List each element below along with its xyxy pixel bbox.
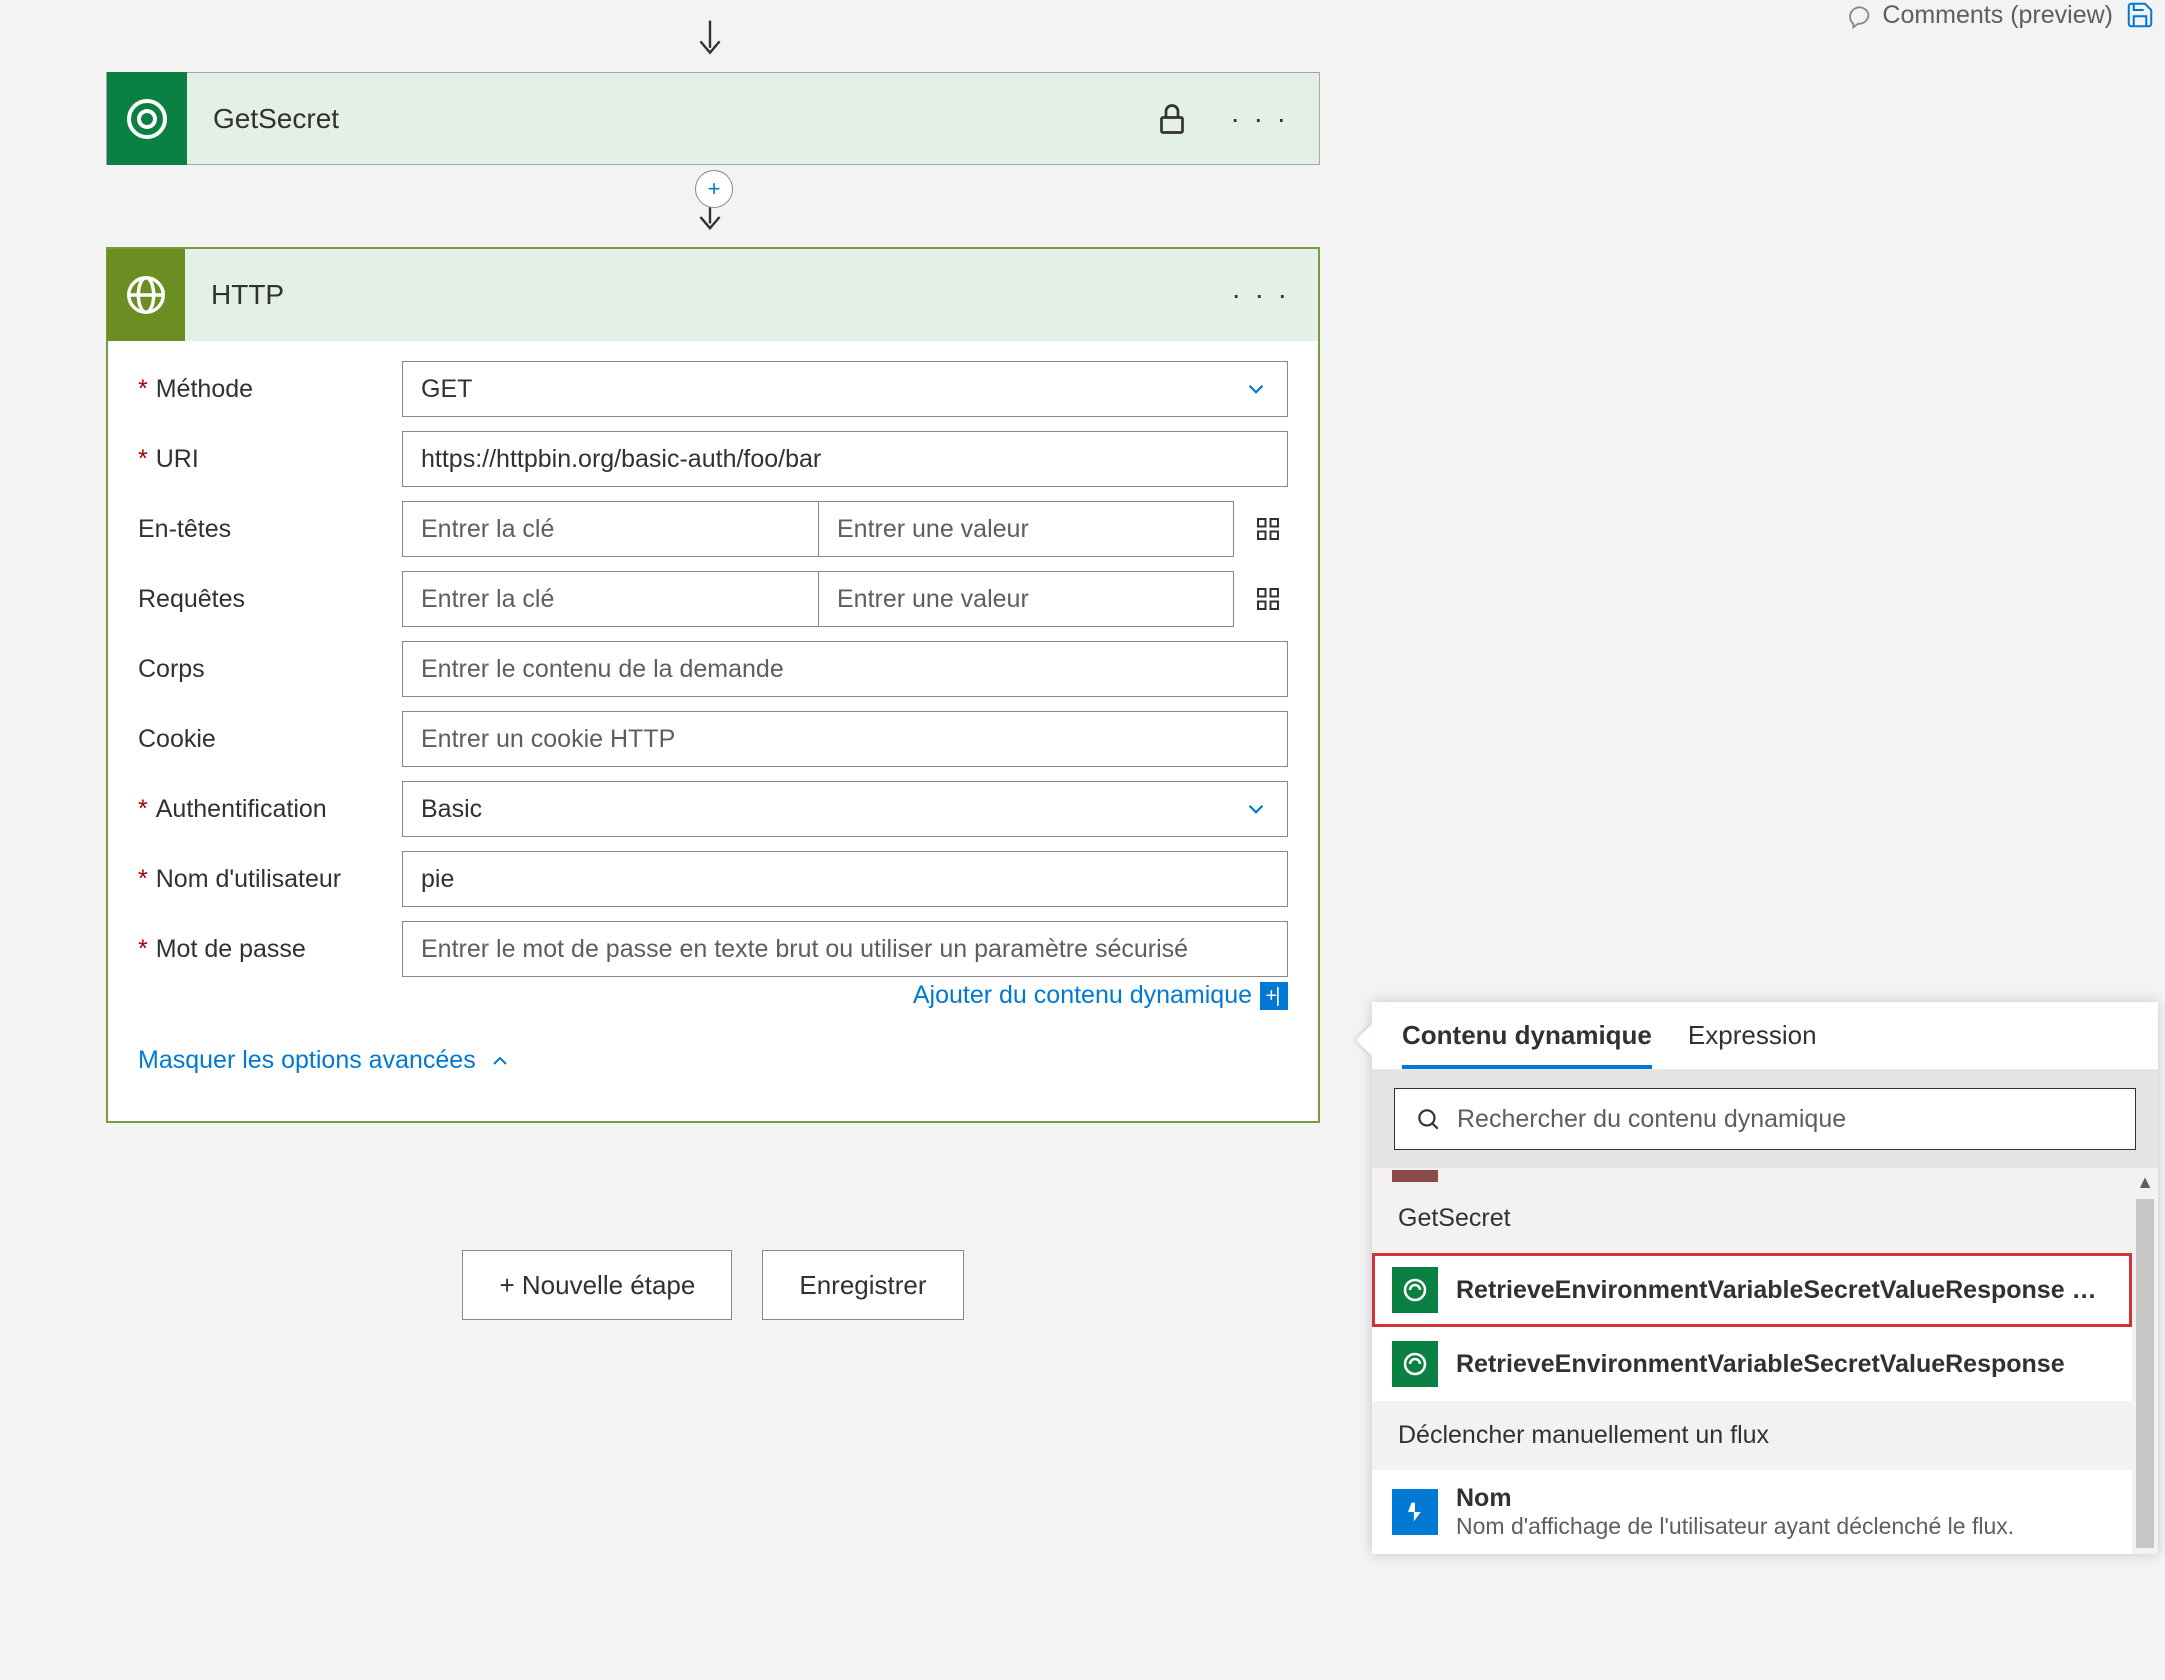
chevron-down-icon [1243,376,1269,402]
getsecret-more-button[interactable]: · · · [1200,103,1319,135]
tab-dynamic-content[interactable]: Contenu dynamique [1402,1020,1652,1069]
headers-switch-mode-button[interactable] [1248,509,1288,549]
getsecret-title: GetSecret [187,103,1154,135]
body-label: Corps [138,655,402,684]
http-connector-icon [107,249,185,341]
lock-icon [1154,101,1190,137]
username-input[interactable] [402,851,1288,907]
add-step-between-button[interactable]: + [695,170,733,208]
dataverse-icon [1392,1341,1438,1387]
getsecret-connector-icon [107,72,187,165]
tab-expression[interactable]: Expression [1688,1020,1817,1069]
uri-label: *URI [138,445,402,474]
action-card-http: HTTP · · · *Méthode GET *URI En-tête [106,247,1320,1123]
queries-label: Requêtes [138,585,402,614]
method-select[interactable]: GET [402,361,1288,417]
chevron-down-icon [1243,796,1269,822]
dynamic-item-retrieve-envvar-1[interactable]: RetrieveEnvironmentVariableSecretValueRe… [1372,1253,2132,1327]
method-label: *Méthode [138,375,402,404]
scroll-up-icon: ▲ [2136,1172,2154,1193]
hide-advanced-options-link[interactable]: Masquer les options avancées [138,1046,512,1075]
plus-icon: +| [1260,982,1288,1010]
body-input[interactable] [402,641,1288,697]
cookie-label: Cookie [138,725,402,754]
dynamic-item-retrieve-envvar-2[interactable]: RetrieveEnvironmentVariableSecretValueRe… [1372,1327,2132,1401]
comments-preview-button[interactable]: Comments (preview) [1844,1,2113,30]
queries-key-input[interactable] [402,571,818,627]
headers-key-input[interactable] [402,501,818,557]
scroll-thumb[interactable] [2136,1199,2154,1548]
username-label: *Nom d'utilisateur [138,865,402,894]
comments-label: Comments (preview) [1882,1,2113,30]
section-header-getsecret: GetSecret [1372,1184,2132,1253]
scrollbar[interactable]: ▲ [2132,1168,2158,1554]
comment-icon [1844,1,1872,29]
dynamic-content-popup: Contenu dynamique Expression GetSecret R… [1372,1002,2158,1554]
dataverse-icon [1392,1267,1438,1313]
trigger-icon [1392,1489,1438,1535]
password-label: *Mot de passe [138,935,402,964]
headers-value-input[interactable] [818,501,1234,557]
headers-label: En-têtes [138,515,402,544]
cookie-input[interactable] [402,711,1288,767]
connector-arrow-icon [694,20,726,62]
popup-caret-icon [1356,1024,1372,1056]
uri-input[interactable] [402,431,1288,487]
new-step-button[interactable]: + Nouvelle étape [462,1250,732,1320]
queries-switch-mode-button[interactable] [1248,579,1288,619]
password-input[interactable] [402,921,1288,977]
http-more-button[interactable]: · · · [1203,249,1318,341]
auth-label: *Authentification [138,795,402,824]
section-header-trigger: Déclencher manuellement un flux [1372,1401,2132,1470]
add-dynamic-content-link[interactable]: Ajouter du contenu dynamique+| [913,981,1288,1009]
dynamic-content-search[interactable] [1394,1088,2136,1150]
search-icon [1415,1106,1441,1132]
save-icon[interactable] [2125,0,2155,30]
http-header[interactable]: HTTP · · · [108,249,1318,341]
action-card-getsecret[interactable]: GetSecret · · · [106,72,1320,165]
dynamic-item-nom[interactable]: Nom Nom d'affichage de l'utilisateur aya… [1372,1470,2132,1554]
queries-value-input[interactable] [818,571,1234,627]
save-button[interactable]: Enregistrer [762,1250,963,1320]
chevron-up-icon [488,1049,512,1073]
http-title: HTTP [185,279,1203,311]
auth-select[interactable]: Basic [402,781,1288,837]
